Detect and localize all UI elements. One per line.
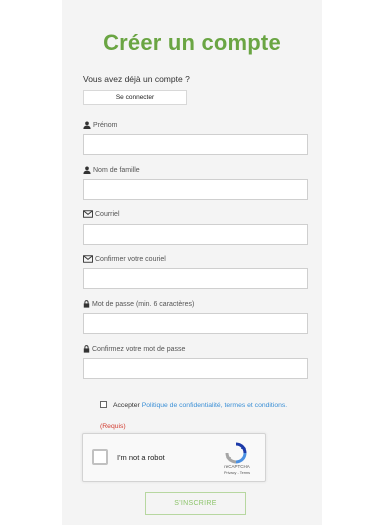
recaptcha-privacy-terms-link[interactable]: Privacy - Terms bbox=[215, 471, 259, 475]
recaptcha-logo-icon bbox=[225, 442, 247, 464]
password-label-text: Mot de passe (min. 6 caractères) bbox=[92, 300, 195, 308]
confirm-password-label: Confirmez votre mot de passe bbox=[83, 345, 185, 353]
first-name-label-text: Prénom bbox=[93, 121, 118, 129]
email-label: Courriel bbox=[83, 210, 120, 218]
signup-button[interactable]: S'INSCRIRE bbox=[145, 492, 246, 515]
terms-accept-text: Accepter bbox=[113, 402, 140, 409]
confirm-email-field[interactable] bbox=[83, 268, 308, 289]
email-field[interactable] bbox=[83, 224, 308, 245]
already-account-text: Vous avez déjà un compte ? bbox=[83, 74, 190, 84]
user-icon bbox=[83, 121, 91, 129]
required-indicator: (Requis) bbox=[100, 423, 126, 430]
lock-icon bbox=[83, 300, 90, 308]
lock-icon bbox=[83, 345, 90, 353]
password-field[interactable] bbox=[83, 313, 308, 334]
user-icon bbox=[83, 166, 91, 174]
password-label: Mot de passe (min. 6 caractères) bbox=[83, 300, 194, 308]
confirm-password-field[interactable] bbox=[83, 358, 308, 379]
confirm-email-label: Confirmer votre couriel bbox=[83, 255, 166, 263]
last-name-label-text: Nom de famille bbox=[93, 166, 140, 174]
confirm-email-label-text: Confirmer votre couriel bbox=[95, 255, 166, 263]
envelope-icon bbox=[83, 210, 93, 218]
page-title: Créer un compte bbox=[103, 30, 281, 55]
recaptcha-label: I'm not a robot bbox=[117, 453, 165, 462]
last-name-field[interactable] bbox=[83, 179, 308, 200]
last-name-label: Nom de famille bbox=[83, 166, 140, 174]
recaptcha-brand: reCAPTCHA bbox=[224, 464, 250, 469]
terms-checkbox[interactable] bbox=[100, 401, 107, 408]
first-name-label: Prénom bbox=[83, 121, 118, 129]
terms-consent: Accepter Politique de confidentialité, t… bbox=[100, 395, 300, 437]
first-name-field[interactable] bbox=[83, 134, 308, 155]
envelope-icon bbox=[83, 255, 93, 263]
confirm-password-label-text: Confirmez votre mot de passe bbox=[92, 345, 186, 353]
recaptcha-widget: I'm not a robot reCAPTCHA Privacy - Term… bbox=[82, 433, 266, 482]
email-label-text: Courriel bbox=[95, 210, 120, 218]
login-button[interactable]: Se connecter bbox=[83, 90, 187, 105]
recaptcha-checkbox[interactable] bbox=[92, 449, 108, 465]
privacy-policy-link[interactable]: Politique de confidentialité, termes et … bbox=[142, 402, 287, 409]
